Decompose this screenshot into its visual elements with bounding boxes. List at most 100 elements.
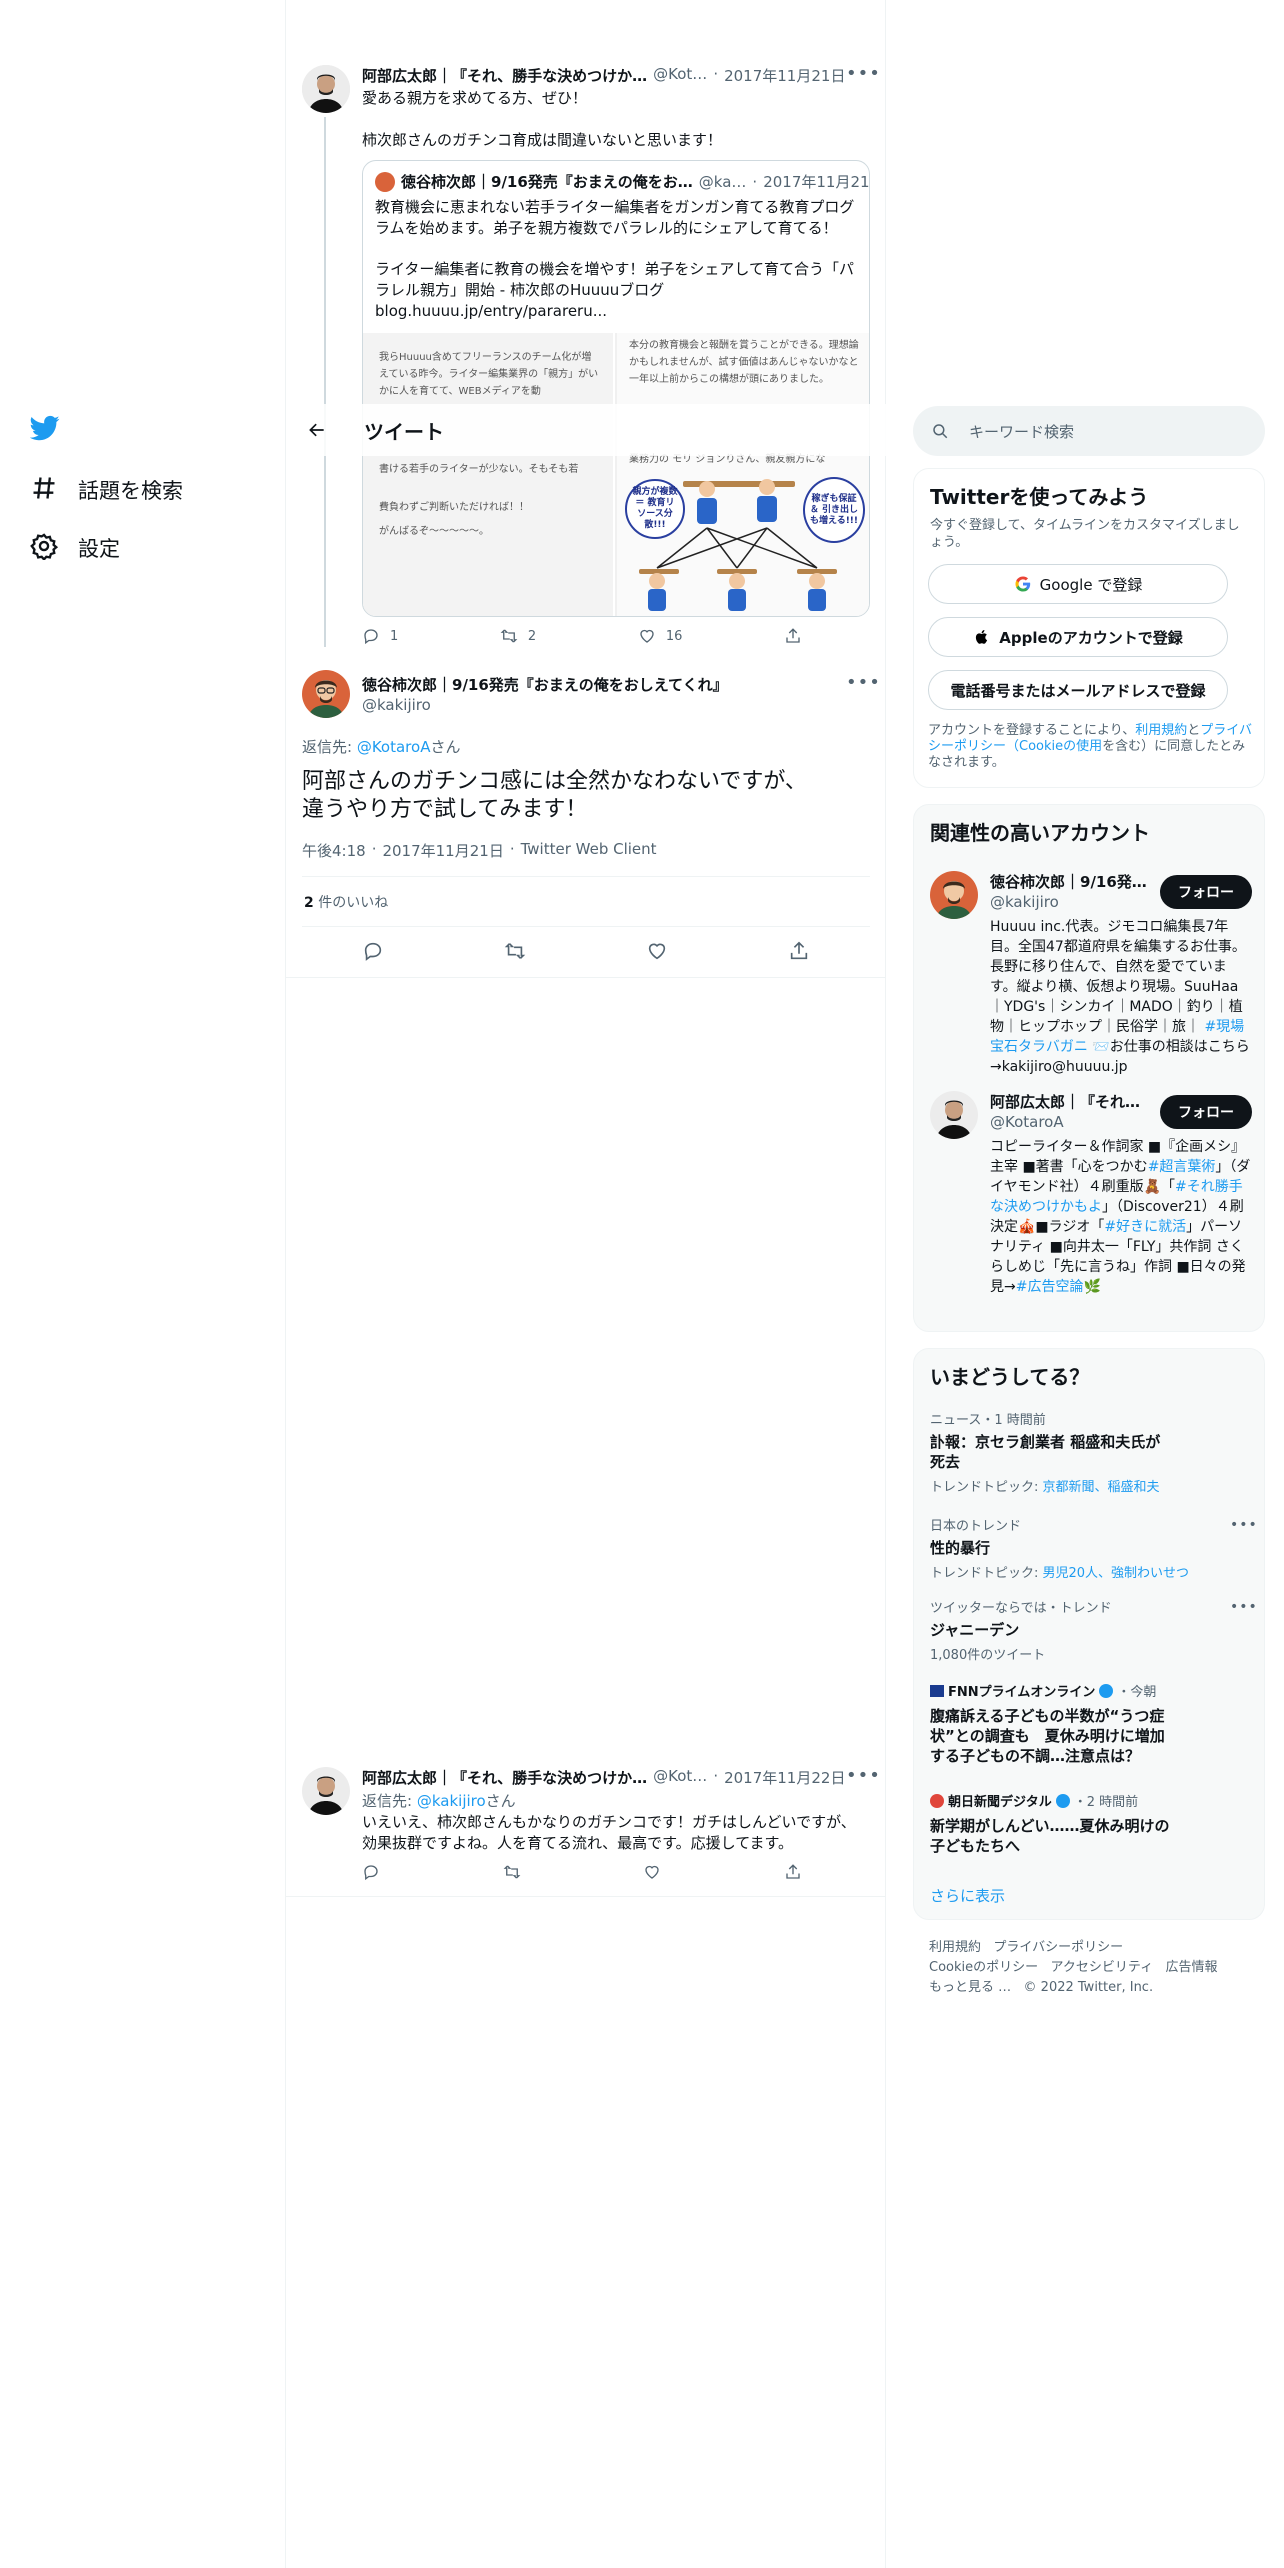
- terms-link[interactable]: 利用規約: [1135, 723, 1187, 738]
- trend-sub-links[interactable]: 男児20人、強制わいせつ: [1043, 1566, 1190, 1581]
- apple-signup-button[interactable]: Appleのアカウントで登録: [928, 617, 1228, 657]
- back-button[interactable]: [300, 413, 334, 447]
- retweet-button[interactable]: 2: [500, 627, 536, 645]
- likes-summary[interactable]: 2 件のいいね: [304, 892, 388, 912]
- follow-button[interactable]: フォロー: [1160, 875, 1252, 909]
- tweet-date[interactable]: 2017年11月22日: [724, 1767, 845, 1788]
- heart-icon: [645, 1865, 659, 1879]
- retweet-button[interactable]: [504, 940, 526, 962]
- share-button[interactable]: [788, 940, 810, 962]
- search-input[interactable]: キーワード検索: [969, 421, 1074, 442]
- footer-link[interactable]: 利用規約: [929, 1940, 981, 1955]
- footer-more-link[interactable]: もっと見る …: [929, 1980, 1011, 1995]
- trends-title: いまどうしてる？: [930, 1365, 1090, 1389]
- parent-tweet[interactable]: 阿部広太郎｜『それ、勝手な決めつけか… @Kot… · 2017年11月21日 …: [286, 55, 886, 655]
- share-button[interactable]: [784, 627, 802, 645]
- news-source-name: FNNプライムオンライン: [948, 1685, 1096, 1700]
- tweet-author-handle[interactable]: @kakijiro: [362, 696, 431, 714]
- like-button[interactable]: 16: [638, 627, 682, 645]
- trend-item[interactable]: ツイッターならでは・トレンド ジャニーデン 1,080件のツイート: [930, 1597, 1250, 1663]
- tweet-author-handle[interactable]: @Kot…: [653, 1767, 707, 1788]
- likes-count: 2: [304, 895, 314, 911]
- more-icon[interactable]: •••: [846, 1765, 881, 1786]
- news-item[interactable]: FNNプライムオンライン ・今朝 腹痛訴える子どもの半数が“うつ症状”との調査も…: [930, 1681, 1170, 1766]
- account-card[interactable]: 阿部広太郎｜『それ… @KotaroA フォロー コピーライター＆作詞家 ■『企…: [914, 1079, 1266, 1329]
- tweet-text-line1: いえいえ、柿次郎さんもかなりのガチンコです！ガチはしんどいですが、: [362, 1813, 856, 1831]
- account-handle[interactable]: @KotaroA: [990, 1113, 1064, 1131]
- gear-icon: [30, 532, 59, 564]
- reply-button[interactable]: [362, 940, 384, 962]
- date-sep: ·: [713, 1767, 719, 1785]
- retweet-icon: [504, 943, 526, 959]
- nav-settings[interactable]: 設定: [30, 524, 120, 572]
- account-handle[interactable]: @kakijiro: [990, 893, 1059, 911]
- more-icon[interactable]: •••: [846, 63, 881, 84]
- avatar[interactable]: [930, 871, 978, 919]
- avatar[interactable]: [302, 670, 350, 718]
- footer: 利用規約 プライバシーポリシー Cookieのポリシー アクセシビリティ 広告情…: [929, 1938, 1259, 1998]
- main-column: 阿部広太郎｜『それ、勝手な決めつけか… @Kot… · 2017年11月21日 …: [286, 0, 886, 2568]
- quote-image[interactable]: 我らHuuuu含めてフリーランスのチーム化が増えている昨今。ライター編集業界の「…: [363, 333, 869, 616]
- reply-mention[interactable]: @kakijiro: [417, 1792, 486, 1810]
- reply-tweet[interactable]: 阿部広太郎｜『それ、勝手な決めつけか… @Kot… · 2017年11月22日 …: [286, 1755, 886, 1897]
- twitter-logo-icon[interactable]: [29, 413, 70, 453]
- bio-hashtag[interactable]: #好きに就活: [1104, 1219, 1186, 1235]
- trend-item[interactable]: 日本のトレンド 性的暴行 トレンドトピック: 男児20人、強制わいせつ: [930, 1515, 1250, 1581]
- retweet-button[interactable]: [503, 1863, 521, 1881]
- reply-context: 返信先: @kakijiroさん: [362, 1790, 516, 1811]
- trend-sub-links[interactable]: 京都新聞、稲盛和夫: [1043, 1480, 1160, 1495]
- tweet-date[interactable]: 2017年11月21日: [382, 840, 503, 861]
- news-source-name: 朝日新聞デジタル: [948, 1795, 1052, 1810]
- reply-mention[interactable]: @KotaroA: [357, 738, 431, 756]
- reply-button[interactable]: 1: [362, 627, 398, 645]
- trend-title: ジャニーデン: [930, 1621, 1020, 1639]
- tweet-author-handle[interactable]: @Kot…: [653, 65, 707, 86]
- search-icon: [933, 424, 948, 439]
- trend-item[interactable]: ニュース・1 時間前 訃報：京セラ創業者 稲盛和夫氏が死去 トレンドトピック: …: [930, 1409, 1250, 1495]
- google-signup-label: Google で登録: [1039, 575, 1143, 594]
- quote-text-2: ライター編集者に教育の機会を増やす！弟子をシェアして育て合う「パラレル親方」開始…: [375, 260, 854, 299]
- footer-link[interactable]: アクセシビリティ: [1051, 1960, 1154, 1975]
- show-more-link[interactable]: さらに表示: [930, 1885, 1005, 1906]
- tweet-date[interactable]: 2017年11月21日: [724, 65, 845, 86]
- footer-link[interactable]: プライバシーポリシー: [993, 1940, 1123, 1955]
- image-text-left-2: 書ける若手のライターが少ない。そもそも若: [379, 464, 579, 475]
- account-name[interactable]: 徳谷柿次郎｜9/16発…: [990, 871, 1147, 892]
- image-text-left-1: 我らHuuuu含めてフリーランスのチーム化が増えている昨今。ライター編集業界の「…: [379, 352, 599, 397]
- tweet-author-name[interactable]: 徳谷柿次郎｜9/16発売『おまえの俺をおしえてくれ』: [362, 674, 728, 695]
- footer-link[interactable]: Cookieのポリシー: [929, 1960, 1038, 1975]
- phone-email-signup-button[interactable]: 電話番号またはメールアドレスで登録: [928, 670, 1228, 710]
- tweet-time[interactable]: 午後4:18: [302, 840, 366, 861]
- tweet-author-name[interactable]: 阿部広太郎｜『それ、勝手な決めつけか…: [362, 1767, 647, 1788]
- avatar[interactable]: [302, 65, 350, 113]
- more-icon[interactable]: •••: [846, 672, 881, 693]
- nav-explore[interactable]: 話題を検索: [30, 466, 183, 514]
- google-signup-button[interactable]: Google で登録: [928, 564, 1228, 604]
- account-name[interactable]: 阿部広太郎｜『それ…: [990, 1091, 1140, 1112]
- avatar[interactable]: [930, 1091, 978, 1139]
- bio-hashtag[interactable]: #広告空論: [1016, 1279, 1084, 1295]
- follow-button[interactable]: フォロー: [1160, 1095, 1252, 1129]
- like-button[interactable]: [646, 940, 668, 962]
- share-button[interactable]: [784, 1863, 802, 1881]
- avatar[interactable]: [302, 1767, 350, 1815]
- terms-text-1: アカウントを登録することにより、: [928, 723, 1136, 738]
- more-icon[interactable]: •••: [1230, 1517, 1258, 1533]
- verified-icon: [1055, 1793, 1070, 1808]
- account-card[interactable]: 徳谷柿次郎｜9/16発… @kakijiro フォロー Huuuu inc.代表…: [914, 859, 1266, 1079]
- bio-hashtag[interactable]: #超言葉術: [1148, 1159, 1216, 1175]
- signup-terms: アカウントを登録することにより、利用規約とプライバシーポリシー（Cookieの使…: [928, 723, 1254, 771]
- footer-link[interactable]: 広告情報: [1166, 1960, 1218, 1975]
- trend-subtitle: トレンドトピック: 男児20人、強制わいせつ: [930, 1562, 1250, 1581]
- phone-signup-label: 電話番号またはメールアドレスで登録: [950, 681, 1206, 700]
- more-icon[interactable]: •••: [1230, 1599, 1258, 1615]
- ts-sep-1: ·: [371, 840, 377, 858]
- quote-tweet-card[interactable]: 徳谷柿次郎｜9/16発売『おまえの俺をお… @ka… · 2017年11月21日…: [362, 160, 870, 617]
- like-button[interactable]: [643, 1863, 661, 1881]
- terms-text-2: と: [1187, 723, 1201, 738]
- quote-url[interactable]: blog.huuuu.jp/entry/parareru...: [375, 301, 607, 322]
- reply-button[interactable]: [362, 1863, 380, 1881]
- tweet-author-name[interactable]: 阿部広太郎｜『それ、勝手な決めつけか…: [362, 65, 647, 86]
- news-item[interactable]: 朝日新聞デジタル ・2 時間前 新学期がしんどい……夏休み明けの子どもたちへ: [930, 1791, 1170, 1856]
- search-box[interactable]: キーワード検索: [913, 406, 1265, 456]
